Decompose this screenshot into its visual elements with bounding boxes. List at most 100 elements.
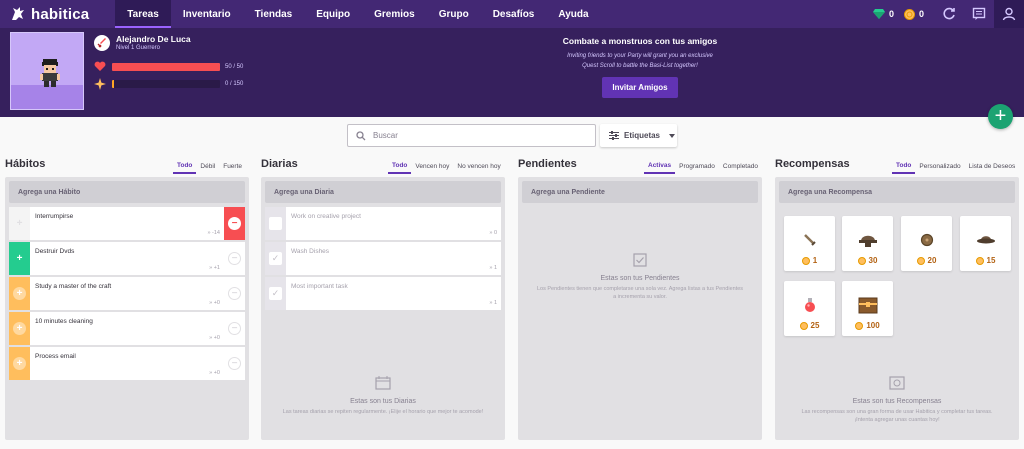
habits-quick-add[interactable]: Agrega una Hábito [9, 181, 245, 203]
rewards-filters: Todo Personalizado Lista de Deseos [892, 158, 1019, 174]
minus-icon: − [228, 217, 241, 230]
add-task-button[interactable]: + [988, 104, 1013, 129]
reward-item[interactable]: 30 [842, 216, 893, 271]
reward-item[interactable]: 1 [784, 216, 835, 271]
nav-tareas[interactable]: Tareas [115, 0, 171, 28]
habit-plus-cell[interactable]: + [9, 207, 30, 240]
todos-filter-completed[interactable]: Completado [719, 158, 762, 174]
search-box[interactable]: Buscar [347, 124, 596, 147]
reward-item[interactable]: 25 [784, 281, 835, 336]
party-description-line: Inviting friends to your Party will gran… [567, 53, 713, 59]
habit-minus-cell[interactable]: − [224, 277, 245, 310]
rewards-quick-add[interactable]: Agrega una Recompensa [779, 181, 1015, 203]
habit-row[interactable]: + Process email » +0 − [9, 347, 245, 381]
dailies-empty-description: Las tareas diarias se repiten regularmen… [282, 409, 484, 415]
todos-empty-state: Estas son tus Pendientes Los Pendientes … [518, 253, 762, 301]
habit-plus-cell[interactable]: + [9, 242, 30, 275]
nav-tiendas[interactable]: Tiendas [243, 0, 305, 28]
habit-plus-cell[interactable]: + [9, 277, 30, 310]
health-bar [112, 62, 220, 71]
dailies-quick-add[interactable]: Agrega una Diaria [265, 181, 501, 203]
notifications-button[interactable] [964, 0, 994, 28]
habit-minus-cell[interactable]: − [224, 312, 245, 345]
sync-button[interactable] [934, 0, 964, 28]
todos-filter-active[interactable]: Activas [644, 158, 676, 174]
checkmark-icon[interactable]: ✓ [269, 252, 282, 265]
rewards-panel: Agrega una Recompensa 1 30 20 15 25 100 … [775, 177, 1019, 440]
nav-inventario[interactable]: Inventario [171, 0, 243, 28]
daily-title: Work on creative project [291, 213, 361, 220]
daily-check-cell[interactable] [265, 207, 286, 240]
star-icon [94, 78, 106, 90]
tags-dropdown[interactable]: Etiquetas [600, 124, 677, 147]
invite-friends-button[interactable]: Invitar Amigos [602, 77, 678, 98]
habit-plus-cell[interactable]: + [9, 312, 30, 345]
chevron-down-icon [669, 133, 676, 138]
reward-item[interactable]: 20 [901, 216, 952, 271]
nav-grupo[interactable]: Grupo [427, 0, 481, 28]
chest-icon [858, 297, 877, 314]
shield-icon [920, 233, 933, 247]
gold-coin-icon [799, 321, 808, 330]
gems-counter: 0 [872, 9, 894, 19]
rewards-filter-custom[interactable]: Personalizado [915, 158, 964, 174]
habits-filter-all[interactable]: Todo [173, 158, 197, 174]
nav-ayuda[interactable]: Ayuda [546, 0, 600, 28]
dailies-filter-all[interactable]: Todo [388, 158, 412, 174]
rewards-filter-wishlist[interactable]: Lista de Deseos [965, 158, 1020, 174]
habit-row[interactable]: + Study a master of the craft » +0 − [9, 277, 245, 311]
habit-row[interactable]: + 10 minutes cleaning » +0 − [9, 312, 245, 346]
todos-filter-scheduled[interactable]: Programado [675, 158, 719, 174]
habit-plus-cell[interactable]: + [9, 347, 30, 380]
daily-row[interactable]: ✓ Wash Dishes » 1 [265, 242, 501, 276]
reward-price-value: 1 [812, 256, 818, 265]
daily-check-cell[interactable]: ✓ [265, 242, 286, 275]
nav-equipo[interactable]: Equipo [304, 0, 362, 28]
todos-quick-add[interactable]: Agrega una Pendiente [522, 181, 758, 203]
filter-sliders-icon [609, 131, 619, 140]
rewards-empty-state: Estas son tus Recompensas Las recompensa… [775, 376, 1019, 424]
reward-price: 25 [784, 321, 835, 330]
user-menu-button[interactable] [994, 0, 1024, 28]
gold-coin-icon [916, 256, 925, 265]
todos-empty-title: Estas son tus Pendientes [600, 275, 680, 282]
gryphon-icon [12, 7, 24, 20]
dailies-filter-due[interactable]: Vencen hoy [411, 158, 453, 174]
habit-row[interactable]: + Destruir Dvds » +1 − [9, 242, 245, 276]
rewards-filter-all[interactable]: Todo [892, 158, 916, 174]
member-name: Alejandro De Luca [116, 34, 191, 44]
dailies-filters: Todo Vencen hoy No vencen hoy [388, 158, 505, 174]
experience-bar [112, 80, 220, 88]
search-input[interactable]: Buscar [373, 131, 398, 140]
nav-desafios[interactable]: Desafíos [481, 0, 547, 28]
checkmark-icon[interactable]: ✓ [269, 287, 282, 300]
reward-item[interactable]: 100 [842, 281, 893, 336]
habit-streak: » +1 [209, 265, 220, 271]
checkbox-icon [633, 253, 647, 267]
habits-filter-strong[interactable]: Fuerte [219, 158, 246, 174]
habit-title: Study a master of the craft [35, 283, 112, 290]
habit-row[interactable]: + Interrumpirse » -14 − [9, 207, 245, 241]
habit-minus-cell[interactable]: − [224, 347, 245, 380]
checkbox-icon[interactable] [269, 217, 282, 230]
rewards-empty-description: Las recompensas son una gran forma de us… [801, 409, 993, 423]
todos-panel: Agrega una Pendiente Estas son tus Pendi… [518, 177, 762, 440]
habit-minus-cell[interactable]: − [224, 242, 245, 275]
member-details: Alejandro De Luca Nivel 1 Guerrero 50 / … [94, 34, 243, 90]
daily-row[interactable]: ✓ Most important task » 1 [265, 277, 501, 311]
avatar[interactable] [10, 32, 84, 110]
avatar-sprite-icon [40, 59, 60, 87]
habit-streak-value: +0 [213, 300, 220, 306]
habit-minus-cell[interactable]: − [224, 207, 245, 240]
daily-check-cell[interactable]: ✓ [265, 277, 286, 310]
party-title: Combate a monstruos con tus amigos [562, 36, 718, 46]
nav-gremios[interactable]: Gremios [362, 0, 427, 28]
habits-filter-weak[interactable]: Débil [196, 158, 219, 174]
daily-row[interactable]: Work on creative project » 0 [265, 207, 501, 241]
daily-streak-value: 1 [493, 265, 497, 271]
dailies-filter-not-due[interactable]: No vencen hoy [453, 158, 504, 174]
reward-item[interactable]: 15 [960, 216, 1011, 271]
minus-icon: − [228, 252, 241, 265]
gold-coin-icon [903, 8, 915, 20]
habitica-logo[interactable]: habitica [10, 6, 89, 23]
